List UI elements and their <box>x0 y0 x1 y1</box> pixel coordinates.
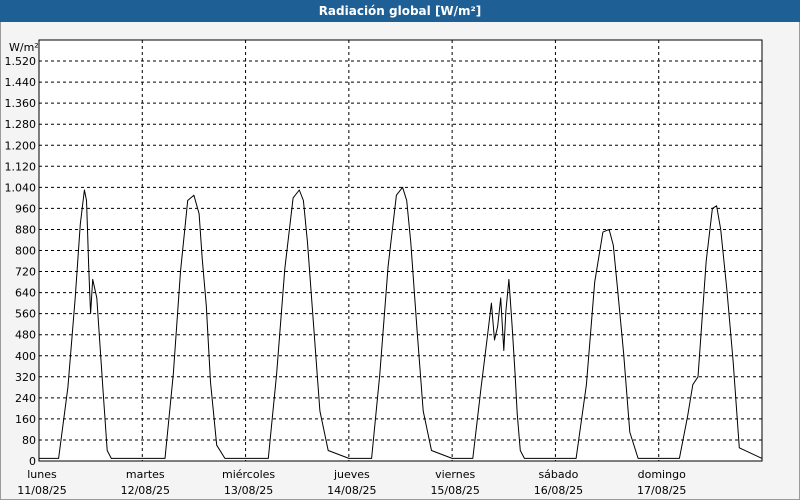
y-tick-label: 720 <box>15 266 36 279</box>
x-tick-day-label: sábado <box>538 468 578 481</box>
y-tick-label: 1.280 <box>5 118 37 131</box>
y-tick-label: 1.360 <box>5 97 37 110</box>
y-tick-label: 0 <box>29 455 36 468</box>
x-tick-day-label: martes <box>126 468 165 481</box>
y-tick-label: 1.200 <box>5 139 37 152</box>
y-tick-label: 160 <box>15 413 36 426</box>
x-tick-day-label: viernes <box>435 468 475 481</box>
x-tick-date-label: 14/08/25 <box>327 484 376 497</box>
y-tick-label: 480 <box>15 329 36 342</box>
x-axis-ticks: lunes 11/08/25 martes 12/08/25 miércoles 13/0… <box>17 468 686 497</box>
y-tick-label: 240 <box>15 392 36 405</box>
x-tick-date-label: 17/08/25 <box>637 484 686 497</box>
y-tick-label: 400 <box>15 350 36 363</box>
x-tick-date-label: 11/08/25 <box>17 484 66 497</box>
y-tick-label: 1.520 <box>5 55 37 68</box>
y-tick-label: 800 <box>15 245 36 258</box>
x-tick-day-label: miércoles <box>222 468 275 481</box>
y-tick-label: 80 <box>22 434 36 447</box>
x-tick-date-label: 13/08/25 <box>224 484 273 497</box>
x-tick-day-label: domingo <box>638 468 686 481</box>
y-tick-label: 1.440 <box>5 76 37 89</box>
y-tick-label: 320 <box>15 371 36 384</box>
x-tick-date-label: 12/08/25 <box>121 484 170 497</box>
y-tick-label: 640 <box>15 287 36 300</box>
y-tick-label: 960 <box>15 202 36 215</box>
grid-lines <box>39 40 762 461</box>
y-tick-label: 880 <box>15 223 36 236</box>
y-axis-unit-label: W/m² <box>9 41 39 54</box>
y-tick-label: 1.120 <box>5 160 37 173</box>
x-tick-day-label: lunes <box>27 468 57 481</box>
y-tick-label: 1.040 <box>5 181 37 194</box>
x-tick-date-label: 16/08/25 <box>534 484 583 497</box>
y-tick-label: 560 <box>15 308 36 321</box>
x-tick-date-label: 15/08/25 <box>430 484 479 497</box>
chart-plot: 0 80 160 240 320 400 480 560 640 720 800 880 960 1.04… <box>5 39 763 497</box>
x-tick-day-label: jueves <box>333 468 370 481</box>
y-axis-ticks: 0 80 160 240 320 400 480 560 640 720 800 880 960 1.04… <box>5 55 37 468</box>
